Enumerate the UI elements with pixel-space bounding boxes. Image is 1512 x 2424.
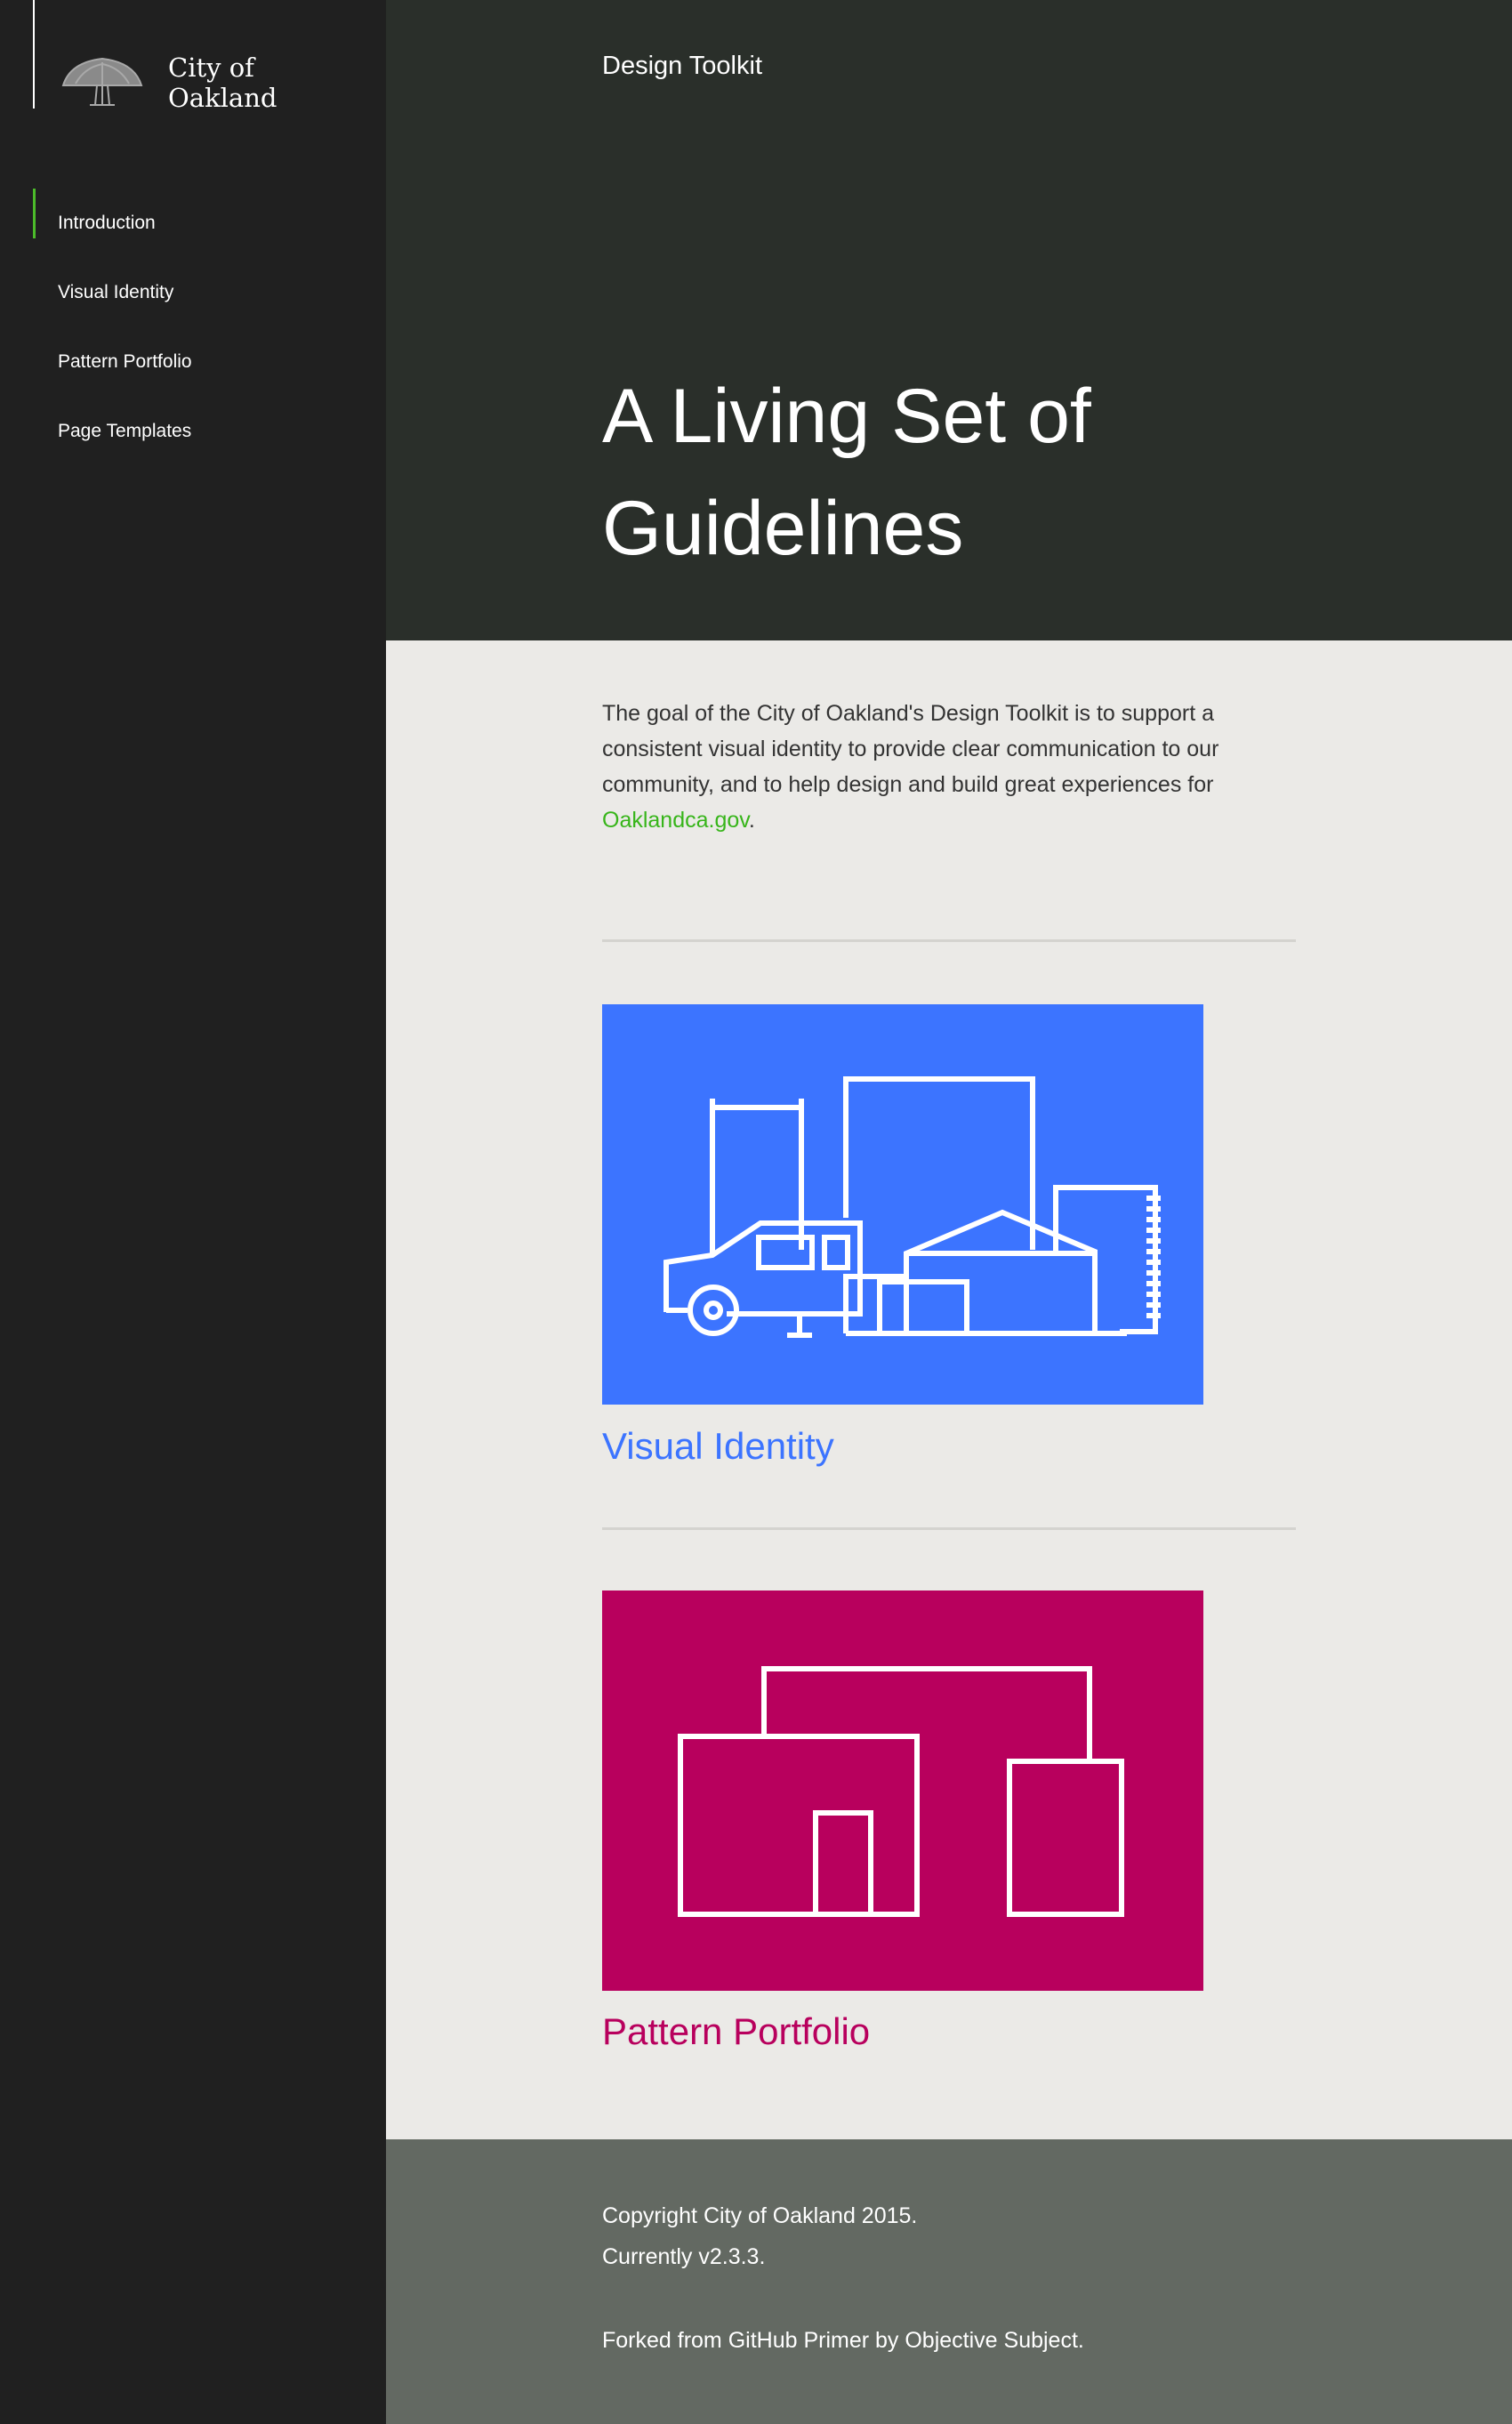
footer-copyright: Copyright City of Oakland 2015. (602, 2203, 918, 2228)
visual-identity-link[interactable]: Visual Identity (602, 1425, 834, 1468)
buildings-illustration (602, 1590, 1203, 1991)
nav-item-introduction[interactable]: Introduction (0, 189, 386, 258)
divider (602, 1527, 1296, 1530)
nav-item-visual-identity[interactable]: Visual Identity (0, 258, 386, 327)
visual-identity-image[interactable] (602, 1004, 1203, 1405)
footer-forked: Forked from GitHub Primer by Objective S… (602, 2328, 1084, 2353)
intro-text: The goal of the City of Oakland's Design… (602, 701, 1219, 797)
footer: Copyright City of Oakland 2015. Currentl… (386, 2139, 1512, 2424)
footer-version: Currently v2.3.3. (602, 2244, 766, 2269)
site-brand[interactable]: Design Toolkit (602, 52, 762, 81)
intro-end: . (748, 808, 755, 833)
divider (602, 939, 1296, 942)
logo-text: City of Oakland (168, 52, 293, 113)
page-title: A Living Set of Guidelines (602, 374, 1091, 571)
nav-item-pattern-portfolio[interactable]: Pattern Portfolio (0, 327, 386, 397)
sidebar: City of Oakland Introduction Visual Iden… (0, 0, 386, 2424)
main-content: The goal of the City of Oakland's Design… (386, 640, 1512, 2139)
sidebar-nav: Introduction Visual Identity Pattern Por… (0, 189, 386, 466)
logo[interactable]: City of Oakland (58, 52, 293, 113)
pattern-portfolio-image[interactable] (602, 1590, 1203, 1991)
hero-header: Design Toolkit A Living Set of Guideline… (386, 0, 1512, 640)
logo-line-2: Oakland (168, 82, 277, 113)
logo-line-1: City of (168, 52, 254, 83)
city-truck-illustration (602, 1004, 1203, 1405)
nav-item-page-templates[interactable]: Page Templates (0, 397, 386, 466)
sidebar-top-line (33, 0, 35, 109)
oaklandca-link[interactable]: Oaklandca.gov (602, 808, 749, 833)
pattern-portfolio-link[interactable]: Pattern Portfolio (602, 2010, 870, 2053)
oak-tree-icon (58, 52, 147, 113)
intro-paragraph: The goal of the City of Oakland's Design… (602, 696, 1305, 838)
